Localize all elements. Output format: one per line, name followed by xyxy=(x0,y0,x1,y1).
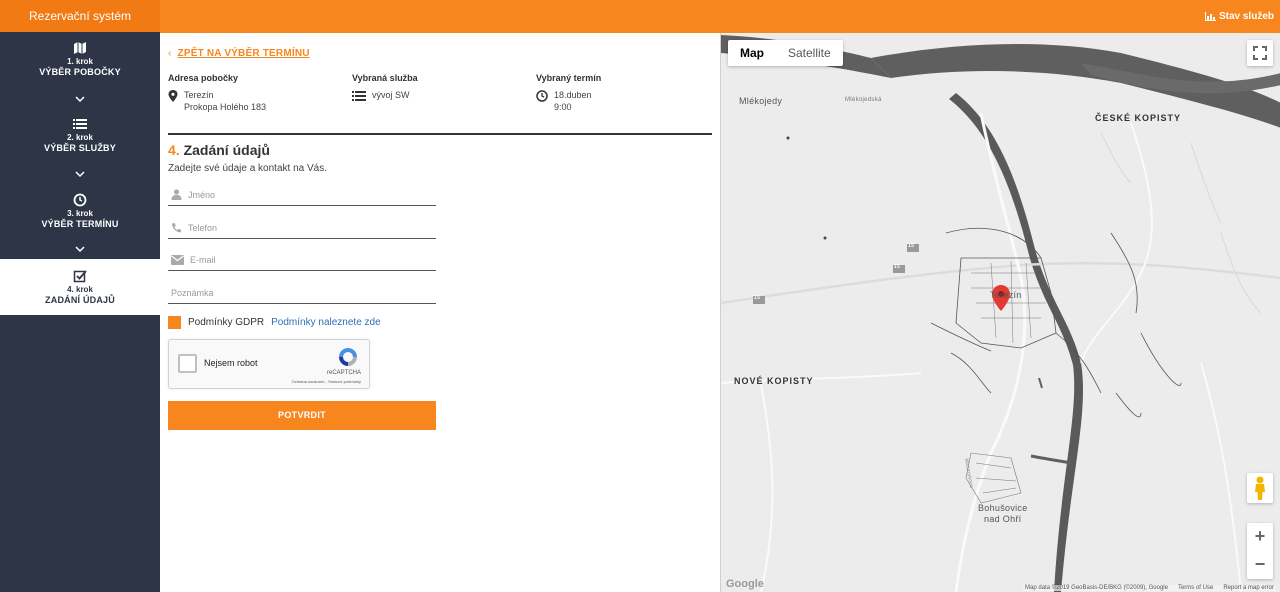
form-title: 4. Zadání údajů xyxy=(168,142,270,158)
gdpr-terms-link[interactable]: Podmínky naleznete zde xyxy=(271,317,381,328)
service-heading: Vybraná služba xyxy=(352,73,418,83)
note-field[interactable]: Poznámka xyxy=(168,282,436,304)
sidebar-step-service[interactable]: 2. krok VÝBĚR SLUŽBY xyxy=(0,117,160,167)
email-field-placeholder: E-mail xyxy=(190,254,216,265)
checkbox-icon xyxy=(73,270,87,283)
pegman-icon xyxy=(1255,476,1265,500)
sidebar-step-branch[interactable]: 1. krok VÝBĚR POBOČKY xyxy=(0,41,160,91)
map-label-mlekojedy: Mlékojedy xyxy=(739,96,783,106)
branch-street: Prokopa Holého 183 xyxy=(184,102,267,112)
fullscreen-icon xyxy=(1253,46,1267,60)
step-label: ZADÁNÍ ÚDAJŮ xyxy=(45,295,115,305)
term-heading: Vybraný termín xyxy=(536,73,602,83)
email-field[interactable]: E-mail xyxy=(168,249,436,271)
map[interactable]: Mlékojedy Mlékojedská ČESKÉ KOPISTY Tere… xyxy=(720,33,1280,592)
submit-button[interactable]: POTVRDIT xyxy=(168,401,436,430)
list-icon xyxy=(73,119,87,129)
top-bar: Rezervační systém Stav služeb xyxy=(0,0,1280,33)
sidebar-step-term[interactable]: 3. krok VÝBĚR TERMÍNU xyxy=(0,193,160,243)
note-field-placeholder: Poznámka xyxy=(171,287,214,298)
map-label-ceske-kopisty: ČESKÉ KOPISTY xyxy=(1095,113,1182,123)
map-data-credit: Map data ©2019 GeoBasis-DE/BKG (©2009), … xyxy=(1025,585,1168,591)
service-value: vývoj SW xyxy=(372,90,410,100)
name-field-placeholder: Jméno xyxy=(188,189,216,200)
step-number: 2. krok xyxy=(67,133,93,142)
clock-icon xyxy=(536,90,548,102)
app-title[interactable]: Rezervační systém xyxy=(0,0,160,33)
map-type-control: Map Satellite xyxy=(728,40,843,66)
recaptcha-label: Nejsem robot xyxy=(204,358,258,368)
route-number: 15 xyxy=(894,264,901,270)
zoom-in-button[interactable]: + xyxy=(1247,523,1273,551)
branch-city: Terezín xyxy=(184,90,214,100)
sidebar: 1. krok VÝBĚR POBOČKY 2. krok VÝBĚR SLUŽ… xyxy=(0,33,160,592)
recaptcha-brand: reCAPTCHA xyxy=(326,370,361,376)
recaptcha-privacy[interactable]: Ochrana soukromí - Smluvní podmínky xyxy=(292,379,361,384)
gdpr-checkbox[interactable] xyxy=(168,316,181,329)
back-link[interactable]: ‹ ZPĚT NA VÝBĚR TERMÍNU xyxy=(168,48,310,59)
status-link-label: Stav služeb xyxy=(1218,11,1274,22)
chevron-down-icon xyxy=(75,246,85,253)
term-summary: Vybraný termín 18.duben 9:00 xyxy=(536,73,601,113)
name-field[interactable]: Jméno xyxy=(168,184,436,206)
terms-of-use-link[interactable]: Terms of Use xyxy=(1178,585,1213,591)
step-number: 1. krok xyxy=(67,57,93,66)
street-view-button[interactable] xyxy=(1247,473,1273,503)
map-attribution: Map data ©2019 GeoBasis-DE/BKG (©2009), … xyxy=(1023,585,1276,591)
step-number: 3. krok xyxy=(67,209,93,218)
map-type-map-button[interactable]: Map xyxy=(728,40,776,66)
sidebar-step-details[interactable]: 4. krok ZADÁNÍ ÚDAJŮ xyxy=(0,259,160,315)
google-logo[interactable]: Google xyxy=(726,578,764,590)
map-label-mlekojedska: Mlékojedská xyxy=(845,97,882,103)
recaptcha-logo-icon xyxy=(339,348,357,366)
user-icon xyxy=(171,189,182,200)
zoom-out-button[interactable]: − xyxy=(1247,551,1273,579)
back-link-label: ZPĚT NA VÝBĚR TERMÍNU xyxy=(177,48,310,59)
step-number: 4. krok xyxy=(67,285,93,294)
route-number: 15 xyxy=(908,243,915,249)
step-label: VÝBĚR SLUŽBY xyxy=(44,143,116,153)
bar-chart-icon xyxy=(1204,12,1216,21)
step-label: VÝBĚR TERMÍNU xyxy=(41,219,119,229)
envelope-icon xyxy=(171,254,184,265)
status-link[interactable]: Stav služeb xyxy=(1204,0,1274,33)
service-summary: Vybraná služba vývoj SW xyxy=(352,73,418,102)
branch-summary: Adresa pobočky Terezín Prokopa Holého 183 xyxy=(168,73,266,113)
phone-icon xyxy=(172,223,182,233)
report-error-link[interactable]: Report a map error xyxy=(1223,585,1274,591)
map-icon xyxy=(74,42,86,54)
branch-heading: Adresa pobočky xyxy=(168,73,239,83)
term-date: 18.duben xyxy=(554,90,592,100)
form-title-text: Zadání údajů xyxy=(183,142,270,158)
main-content: ‹ ZPĚT NA VÝBĚR TERMÍNU Adresa pobočky Te… xyxy=(160,33,721,592)
gdpr-label: Podmínky GDPR xyxy=(188,317,265,328)
map-label-nove-kopisty: NOVÉ KOPISTY xyxy=(734,376,814,386)
clock-icon xyxy=(73,193,87,207)
recaptcha-checkbox[interactable] xyxy=(178,354,197,373)
map-label-bohusovice: Bohušovice nad Ohří xyxy=(978,503,1028,524)
form-step-number: 4. xyxy=(168,142,180,158)
map-marker-icon xyxy=(168,90,178,102)
phone-field-placeholder: Telefon xyxy=(188,222,218,233)
divider xyxy=(168,133,712,135)
gdpr-consent: Podmínky GDPR Podmínky naleznete zde xyxy=(168,316,381,329)
chevron-left-icon: ‹ xyxy=(168,48,172,59)
zoom-control: + − xyxy=(1247,523,1273,579)
route-number: 15 xyxy=(754,295,761,301)
form-description: Zadejte své údaje a kontakt na Vás. xyxy=(168,163,327,174)
step-label: VÝBĚR POBOČKY xyxy=(39,67,121,77)
chevron-down-icon xyxy=(75,171,85,178)
list-icon xyxy=(352,91,366,101)
term-time: 9:00 xyxy=(554,102,572,112)
fullscreen-button[interactable] xyxy=(1247,40,1273,66)
map-type-satellite-button[interactable]: Satellite xyxy=(776,40,843,66)
map-label-terezin: Terezín xyxy=(990,290,1022,300)
phone-field[interactable]: Telefon xyxy=(168,217,436,239)
recaptcha-widget: Nejsem robot reCAPTCHA Ochrana soukromí … xyxy=(168,339,370,389)
chevron-down-icon xyxy=(75,96,85,103)
